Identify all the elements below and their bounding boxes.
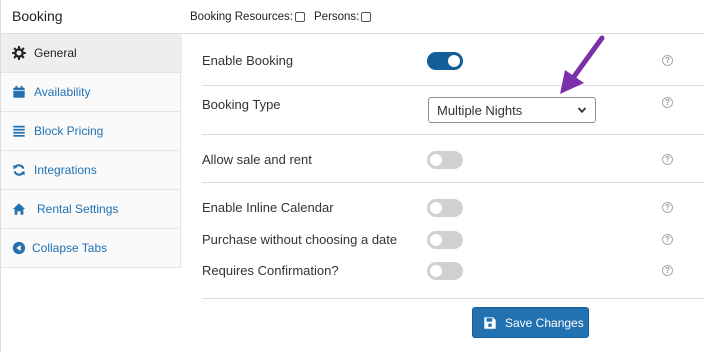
- save-changes-label: Save Changes: [505, 316, 584, 330]
- inline-calendar-toggle[interactable]: [427, 199, 463, 217]
- persons-option: Persons:: [314, 11, 372, 23]
- tab-rental-settings[interactable]: Rental Settings: [1, 190, 181, 229]
- annotation-arrow: [560, 35, 605, 94]
- refresh-icon: [13, 164, 25, 176]
- divider: [202, 182, 704, 183]
- booking-type-select[interactable]: Multiple Nights: [428, 97, 596, 123]
- tab-general[interactable]: General: [1, 34, 182, 73]
- requires-confirmation-label: Requires Confirmation?: [202, 263, 339, 278]
- toggle-knob: [430, 202, 442, 214]
- tab-integrations[interactable]: Integrations: [1, 151, 181, 190]
- list-icon: [13, 125, 25, 137]
- persons-checkbox[interactable]: [361, 12, 372, 22]
- tab-block-pricing[interactable]: Block Pricing: [1, 112, 181, 151]
- allow-sale-rent-toggle[interactable]: [427, 151, 463, 169]
- inline-calendar-label: Enable Inline Calendar: [202, 200, 334, 215]
- purchase-without-date-label: Purchase without choosing a date: [202, 232, 398, 247]
- toggle-knob: [430, 154, 442, 166]
- tab-integrations-label: Integrations: [34, 163, 97, 177]
- help-icon[interactable]: ?: [662, 234, 673, 245]
- tab-availability[interactable]: Availability: [1, 73, 181, 112]
- gear-icon: [12, 46, 26, 60]
- booking-panel: Booking Booking Resources: Persons: Gene…: [0, 0, 704, 352]
- booking-type-value: Multiple Nights: [437, 103, 523, 118]
- booking-resources-option: Booking Resources:: [190, 11, 305, 23]
- requires-confirmation-toggle[interactable]: [427, 262, 463, 280]
- divider: [202, 298, 704, 299]
- help-icon[interactable]: ?: [662, 55, 673, 66]
- help-icon[interactable]: ?: [662, 97, 673, 108]
- booking-resources-label: Booking Resources:: [190, 11, 293, 23]
- booking-header: Booking Booking Resources: Persons:: [1, 0, 704, 34]
- floppy-disk-icon: [484, 317, 496, 329]
- tab-rental-settings-label: Rental Settings: [37, 202, 119, 216]
- booking-resources-checkbox[interactable]: [294, 12, 305, 22]
- help-icon[interactable]: ?: [662, 265, 673, 276]
- collapse-tabs-button[interactable]: Collapse Tabs: [1, 229, 181, 268]
- collapse-icon: [12, 241, 26, 255]
- divider: [202, 85, 704, 86]
- help-icon[interactable]: ?: [662, 202, 673, 213]
- panel-title: Booking: [12, 8, 63, 24]
- sidebar-empty-area: [1, 268, 181, 352]
- collapse-tabs-label: Collapse Tabs: [32, 241, 108, 255]
- tab-availability-label: Availability: [34, 85, 91, 99]
- enable-booking-toggle[interactable]: [427, 52, 463, 70]
- chevron-down-icon: [577, 107, 587, 114]
- home-icon: [12, 203, 26, 215]
- calendar-icon: [13, 85, 25, 98]
- enable-booking-label: Enable Booking: [202, 53, 294, 68]
- allow-sale-rent-label: Allow sale and rent: [202, 152, 312, 167]
- divider: [202, 134, 704, 135]
- persons-label: Persons:: [314, 11, 360, 23]
- help-icon[interactable]: ?: [662, 154, 673, 165]
- save-changes-button[interactable]: Save Changes: [472, 307, 589, 338]
- purchase-without-date-toggle[interactable]: [427, 231, 463, 249]
- booking-type-label: Booking Type: [202, 97, 281, 112]
- toggle-knob: [448, 55, 460, 67]
- tab-block-pricing-label: Block Pricing: [34, 124, 104, 138]
- settings-sidebar: General Availability Block Pricing Integ…: [1, 34, 182, 268]
- toggle-knob: [430, 234, 442, 246]
- tab-general-label: General: [34, 46, 77, 60]
- toggle-knob: [430, 265, 442, 277]
